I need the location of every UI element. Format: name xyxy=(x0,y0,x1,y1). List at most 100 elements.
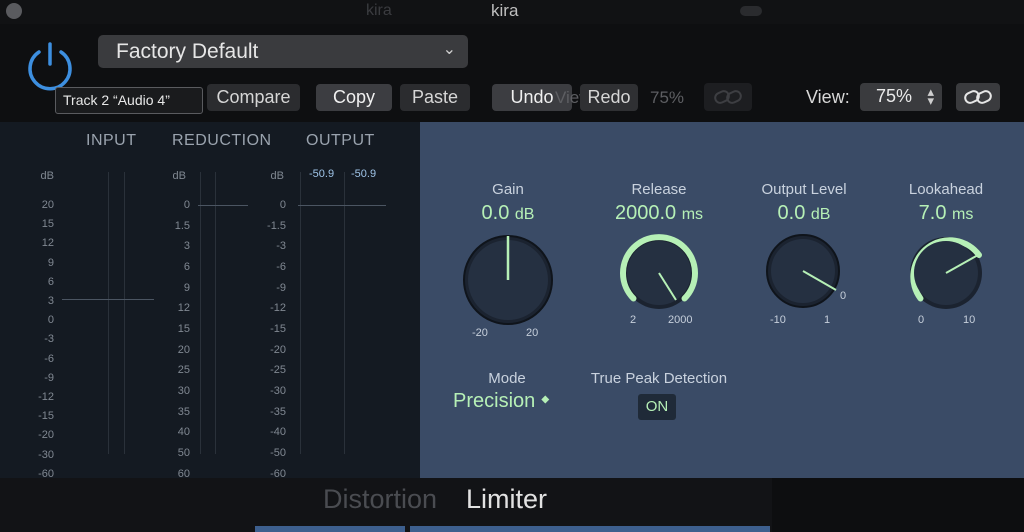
output-meter-left xyxy=(300,172,301,454)
copy-button[interactable]: Copy xyxy=(316,84,392,111)
lookahead-min: 0 xyxy=(918,314,925,326)
output-level-min: -10 xyxy=(770,314,786,326)
scale-tick: 50 xyxy=(177,447,190,460)
track-tooltip: Track 2 “Audio 4” xyxy=(55,87,203,114)
scale-tick: -20 xyxy=(270,343,286,356)
input-zero-line xyxy=(62,299,154,300)
link-button[interactable] xyxy=(956,83,1000,111)
gain-min: -20 xyxy=(472,327,488,339)
scale-tick: -12 xyxy=(270,302,286,315)
view-zoom-select[interactable]: 75% ▴ ▾ xyxy=(860,83,942,111)
scale-tick: 0 xyxy=(279,199,286,211)
gain-max: 20 xyxy=(526,327,539,339)
release-label: Release xyxy=(631,181,687,198)
lookahead-knob[interactable] xyxy=(903,230,989,316)
background-window-title: kira xyxy=(366,2,392,19)
true-peak-label: True Peak Detection xyxy=(590,370,728,387)
compare-button[interactable]: Compare xyxy=(207,84,300,111)
output-peak-left: -50.9 xyxy=(309,168,335,180)
up-down-arrows-icon: ▴ ▾ xyxy=(927,84,934,108)
release-knob[interactable] xyxy=(616,230,702,316)
output-level-label: Output Level xyxy=(761,181,847,198)
scale-tick: 40 xyxy=(177,426,190,439)
lookahead-max: 10 xyxy=(963,314,976,326)
input-meter-label: INPUT xyxy=(86,132,137,149)
output-level-value: 0.0 dB xyxy=(777,202,831,224)
scale-tick: 35 xyxy=(177,405,190,418)
paste-button[interactable]: Paste xyxy=(400,84,470,111)
scale-tick: -9 xyxy=(276,281,286,294)
meter-panel: INPUT REDUCTION OUTPUT dB dB dB 20 15 12 9 6… xyxy=(0,122,420,480)
close-window-button[interactable] xyxy=(6,3,22,19)
scale-tick: -12 xyxy=(38,391,54,403)
output-meter-right xyxy=(344,172,345,454)
scale-tick: -20 xyxy=(38,429,54,442)
scale-tick: -60 xyxy=(38,467,54,480)
limiter-plugin-window: kira kira Factory Default ⌄ Compare Copy… xyxy=(0,0,1024,514)
input-meter-left xyxy=(108,172,109,454)
tab-distortion[interactable]: Distortion xyxy=(323,484,437,515)
release-max: 2000 xyxy=(668,314,693,326)
up-down-arrows-icon: ⯁ xyxy=(540,395,550,408)
output-peak-right: -50.9 xyxy=(351,168,377,180)
tab-limiter[interactable]: Limiter xyxy=(466,484,547,515)
reduction-meter-label: REDUCTION xyxy=(172,132,272,149)
scale-tick: 6 xyxy=(47,275,54,288)
lookahead-value: 7.0 ms xyxy=(918,202,974,224)
scale-tick: 0 xyxy=(183,199,190,211)
background-region xyxy=(255,526,405,532)
scale-tick: 12 xyxy=(177,302,190,315)
mode-label: Mode xyxy=(488,370,526,387)
scale-tick: -30 xyxy=(270,385,286,398)
chevron-down-icon: ⌄ xyxy=(442,41,456,58)
title-bar: kira kira xyxy=(0,0,1024,24)
scale-tick: 1.5 xyxy=(174,219,190,232)
output-level-knob[interactable] xyxy=(764,232,842,310)
gain-label: Gain xyxy=(492,181,524,198)
mode-value: Precision xyxy=(453,390,536,412)
true-peak-toggle[interactable]: ON xyxy=(638,394,676,420)
scale-tick: -3 xyxy=(44,333,54,346)
scale-tick: -40 xyxy=(270,426,286,439)
scale-tick: -6 xyxy=(276,261,286,274)
scale-tick: -60 xyxy=(270,467,286,480)
output-level-max: 1 xyxy=(824,314,831,326)
db-label: dB xyxy=(40,170,54,182)
input-meter-right xyxy=(124,172,125,454)
scale-tick: -1.5 xyxy=(267,219,286,232)
scale-tick: -3 xyxy=(276,240,286,253)
release-value: 2000.0 ms xyxy=(614,202,704,224)
link-icon xyxy=(714,90,742,104)
preset-menu[interactable]: Factory Default ⌄ xyxy=(98,35,468,68)
scale-tick: 9 xyxy=(47,256,54,269)
scale-tick: 9 xyxy=(183,281,190,294)
scale-tick: 0 xyxy=(47,314,54,327)
scale-tick: 6 xyxy=(183,261,190,274)
redo-button[interactable]: Redo xyxy=(580,84,638,111)
scale-tick: 12 xyxy=(41,237,54,250)
background-region xyxy=(410,526,770,532)
ghost-view-value: 75% xyxy=(650,88,685,107)
scale-tick: 30 xyxy=(177,385,190,398)
scale-tick: 15 xyxy=(177,323,190,336)
reduction-meter-left xyxy=(200,172,201,454)
output-level-zero-mark: 0 xyxy=(840,290,847,302)
release-min: 2 xyxy=(630,314,637,326)
power-icon[interactable] xyxy=(22,38,78,94)
mode-select[interactable]: Precision ⯁ xyxy=(453,390,550,413)
lookahead-label: Lookahead xyxy=(908,181,984,198)
preset-name: Factory Default xyxy=(116,40,259,63)
reduction-zero-line xyxy=(198,205,248,206)
link-button-disabled xyxy=(704,83,752,111)
scale-tick: -6 xyxy=(44,352,54,365)
link-icon xyxy=(964,90,992,104)
scale-tick: 60 xyxy=(177,467,190,480)
scale-tick: -35 xyxy=(270,405,286,418)
view-label: View: xyxy=(806,87,850,107)
output-zero-line xyxy=(298,205,386,206)
reduction-meter-right xyxy=(215,172,216,454)
db-label: dB xyxy=(172,170,186,182)
scale-tick: -15 xyxy=(270,323,286,336)
gain-knob[interactable] xyxy=(460,232,556,328)
gain-value: 0.0 dB xyxy=(481,202,535,224)
